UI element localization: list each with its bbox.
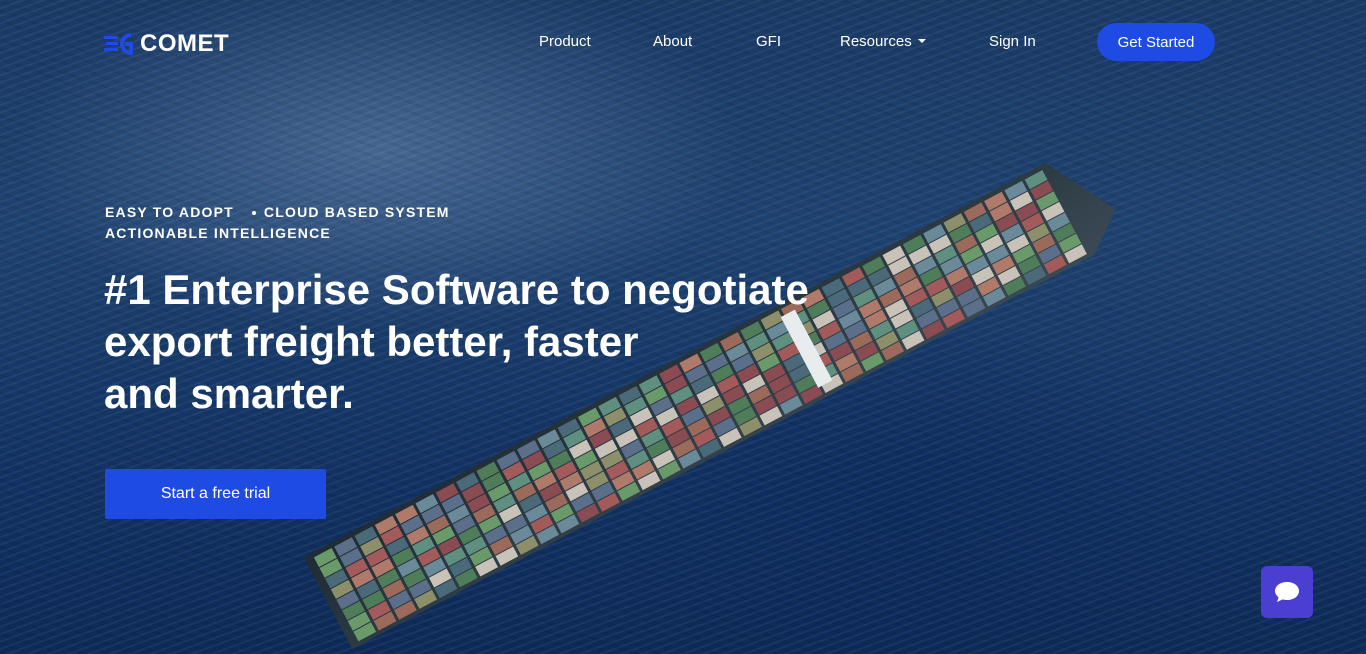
headline-line-1: #1 Enterprise Software to negotiate (104, 266, 809, 313)
nav-resources[interactable]: Resources (840, 33, 926, 50)
top-nav: COMET Product About GFI Resources Sign I… (0, 0, 1366, 84)
logo-go-mark-icon (104, 33, 133, 56)
nav-resources-label: Resources (840, 33, 912, 50)
tag-easy-to-adopt: EASY TO ADOPT (105, 204, 234, 220)
nav-about[interactable]: About (653, 33, 692, 50)
logo-text: COMET (140, 30, 230, 57)
nav-gfi[interactable]: GFI (756, 33, 781, 50)
chat-widget-button[interactable] (1261, 566, 1313, 618)
get-started-button[interactable]: Get Started (1097, 23, 1215, 61)
bullet-dot-icon (251, 210, 256, 215)
headline-line-2: export freight better, faster (104, 318, 639, 365)
gocomet-logo[interactable]: COMET (104, 30, 229, 58)
chevron-down-icon (917, 39, 926, 44)
hero-headline: #1 Enterprise Software to negotiate expo… (104, 264, 864, 420)
tag-cloud-based: CLOUD BASED SYSTEM (263, 204, 450, 220)
chat-bubble-icon (1275, 582, 1299, 602)
headline-line-3: and smarter. (104, 370, 354, 417)
nav-product[interactable]: Product (539, 33, 591, 50)
nav-sign-in[interactable]: Sign In (989, 33, 1036, 50)
tag-actionable-intelligence: ACTIONABLE INTELLIGENCE (105, 225, 331, 241)
hero-tags: EASY TO ADOPT CLOUD BASED SYSTEM ACTIONA… (105, 202, 450, 244)
start-free-trial-button[interactable]: Start a free trial (105, 469, 326, 519)
